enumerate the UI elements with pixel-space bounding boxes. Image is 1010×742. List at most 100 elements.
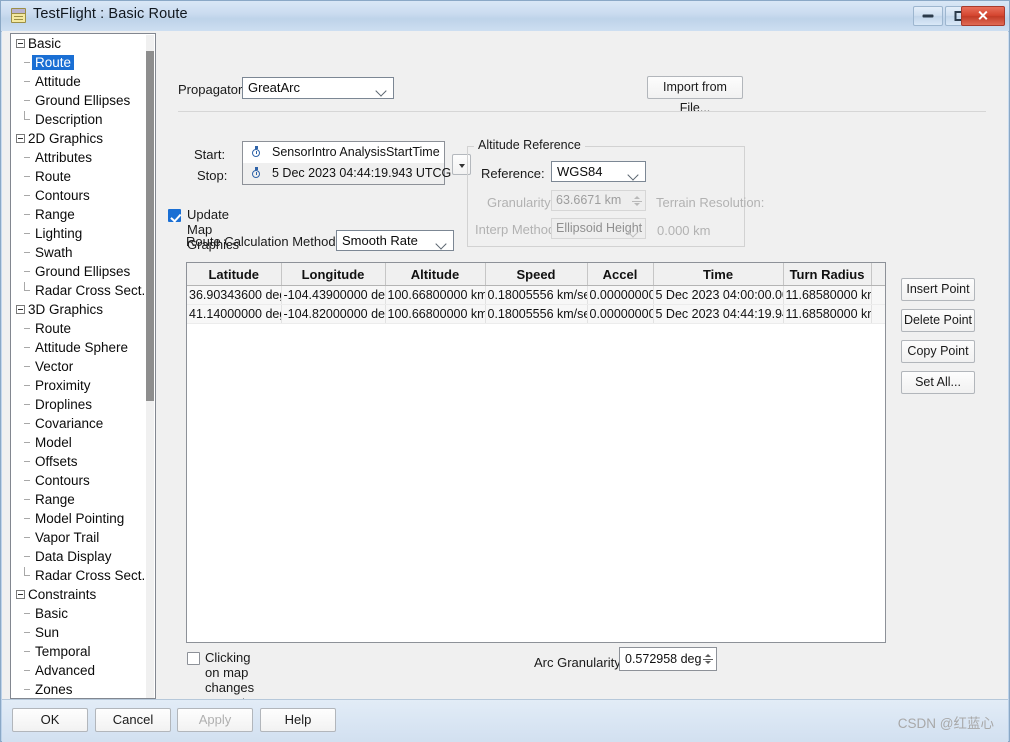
table-cell[interactable]: 36.90343600 deg [187, 285, 282, 305]
table-cell[interactable]: 100.66800000 km [385, 304, 486, 324]
cancel-button[interactable]: Cancel [95, 708, 171, 732]
collapse-expander-icon[interactable] [16, 305, 25, 314]
stop-time-field[interactable]: 5 Dec 2023 04:44:19.943 UTCG [243, 163, 451, 184]
table-column-header[interactable]: Latitude [187, 263, 282, 286]
sidebar-item-proximity[interactable]: Proximity [11, 376, 155, 395]
table-cell[interactable]: 0.00000000 [587, 285, 654, 305]
table-row[interactable]: 36.90343600 deg -104.43900000 deg 100.6680… [187, 285, 885, 305]
sidebar-item-range[interactable]: Range [11, 490, 155, 509]
sidebar-item-radar-cross-sect[interactable]: Radar Cross Sect... [11, 281, 155, 300]
collapse-expander-icon[interactable] [16, 134, 25, 143]
propagator-dropdown[interactable]: GreatArc [242, 77, 394, 99]
sidebar-item-label: Vapor Trail [35, 530, 99, 545]
table-cell[interactable]: 0.18005556 km/sec [485, 285, 588, 305]
sidebar-item-ground-ellipses[interactable]: Ground Ellipses [11, 91, 155, 110]
table-column-header[interactable] [871, 263, 885, 286]
sidebar-item-data-display[interactable]: Data Display [11, 547, 155, 566]
start-time-field[interactable]: SensorIntro AnalysisStartTime [243, 142, 444, 163]
route-points-table-panel[interactable]: Latitude Longitude Altitude Speed Accel Time T… [186, 262, 886, 643]
sidebar-item-swath[interactable]: Swath [11, 243, 155, 262]
table-column-header[interactable]: Longitude [281, 263, 386, 286]
sidebar-item-temporal[interactable]: Temporal [11, 642, 155, 661]
collapse-expander-icon[interactable] [16, 590, 25, 599]
tree-branch-icon [24, 347, 30, 348]
table-cell[interactable] [871, 304, 885, 324]
delete-point-button[interactable]: Delete Point [901, 309, 975, 332]
stop-label: Stop: [197, 168, 228, 183]
sidebar-item-attributes[interactable]: Attributes [11, 148, 155, 167]
sidebar-item-contours[interactable]: Contours [11, 186, 155, 205]
sidebar-item-route[interactable]: Route [11, 319, 155, 338]
sidebar-item-offsets[interactable]: Offsets [11, 452, 155, 471]
route-calculation-method-value: Smooth Rate [342, 233, 418, 248]
sidebar-item-label: Advanced [35, 663, 95, 678]
sidebar-item-basic[interactable]: Basic [11, 604, 155, 623]
start-time-value: SensorIntro AnalysisStartTime [272, 145, 440, 159]
import-from-file-button[interactable]: Import from File... [647, 76, 743, 115]
sidebar-item-radar-cross-sect[interactable]: Radar Cross Sect... [11, 566, 155, 585]
route-calculation-method-dropdown[interactable]: Smooth Rate [336, 230, 454, 251]
arc-granularity-field[interactable]: 0.572958 deg [619, 647, 717, 671]
sidebar-item-zones[interactable]: Zones [11, 680, 155, 698]
sidebar-item-droplines[interactable]: Droplines [11, 395, 155, 414]
sidebar-item-advanced[interactable]: Advanced [11, 661, 155, 680]
route-panel: Propagator: GreatArc Import from File...… [164, 33, 1006, 725]
tree-scrollbar[interactable] [146, 35, 154, 698]
sidebar-item-route[interactable]: Route [11, 53, 155, 72]
update-map-graphics-checkbox[interactable] [168, 209, 181, 222]
sidebar-item-vapor-trail[interactable]: Vapor Trail [11, 528, 155, 547]
sidebar-item-model[interactable]: Model [11, 433, 155, 452]
sidebar-item-constraints[interactable]: Constraints [11, 585, 155, 604]
dialog-window: TestFlight : Basic Route ✕ Basic Route Att… [0, 0, 1010, 742]
reference-dropdown[interactable]: WGS84 [551, 161, 646, 182]
sidebar-item-ground-ellipses[interactable]: Ground Ellipses [11, 262, 155, 281]
ok-button[interactable]: OK [12, 708, 88, 732]
table-column-header[interactable]: Speed [485, 263, 588, 286]
table-cell[interactable]: 11.68580000 km [783, 285, 872, 305]
sidebar-item-model-pointing[interactable]: Model Pointing [11, 509, 155, 528]
table-cell[interactable]: 100.66800000 km [385, 285, 486, 305]
sidebar-item-vector[interactable]: Vector [11, 357, 155, 376]
table-cell[interactable]: 41.14000000 deg [187, 304, 282, 324]
collapse-expander-icon[interactable] [16, 39, 25, 48]
help-button[interactable]: Help [260, 708, 336, 732]
sidebar-item-label: Vector [35, 359, 73, 374]
table-cell[interactable]: -104.43900000 deg [281, 285, 386, 305]
sidebar-item-sun[interactable]: Sun [11, 623, 155, 642]
close-button[interactable]: ✕ [961, 6, 1005, 26]
copy-point-button[interactable]: Copy Point [901, 340, 975, 363]
table-cell[interactable]: 11.68580000 km [783, 304, 872, 324]
table-cell[interactable]: 5 Dec 2023 04:44:19.943 [653, 304, 784, 324]
navigation-tree[interactable]: Basic Route Attitude Ground Ellipses Descrip… [10, 33, 156, 699]
sidebar-item-description[interactable]: Description [11, 110, 155, 129]
insert-point-button[interactable]: Insert Point [901, 278, 975, 301]
table-row[interactable]: 41.14000000 deg -104.82000000 deg 100.6680… [187, 304, 885, 324]
minimize-button[interactable] [913, 6, 943, 26]
sidebar-item-basic[interactable]: Basic [11, 34, 155, 53]
table-column-header[interactable]: Accel [587, 263, 654, 286]
sidebar-item-covariance[interactable]: Covariance [11, 414, 155, 433]
sidebar-item-3d-graphics[interactable]: 3D Graphics [11, 300, 155, 319]
sidebar-item-label: Droplines [35, 397, 92, 412]
sidebar-item-contours[interactable]: Contours [11, 471, 155, 490]
clicking-on-map-checkbox[interactable] [187, 652, 200, 665]
table-cell[interactable]: 0.00000000 [587, 304, 654, 324]
table-column-header[interactable]: Turn Radius [783, 263, 872, 286]
table-column-header[interactable]: Altitude [385, 263, 486, 286]
table-cell[interactable]: 0.18005556 km/sec [485, 304, 588, 324]
spinner-icon[interactable] [703, 653, 713, 666]
sidebar-item-text: Attitude [35, 74, 81, 89]
table-cell[interactable]: -104.82000000 deg [281, 304, 386, 324]
sidebar-item-range[interactable]: Range [11, 205, 155, 224]
sidebar-item-lighting[interactable]: Lighting [11, 224, 155, 243]
sidebar-item-route[interactable]: Route [11, 167, 155, 186]
sidebar-item-attitude-sphere[interactable]: Attitude Sphere [11, 338, 155, 357]
table-cell[interactable]: 5 Dec 2023 04:00:00.000 [653, 285, 784, 305]
table-cell[interactable] [871, 285, 885, 305]
tree-scrollbar-thumb[interactable] [146, 51, 154, 401]
sidebar-item-2d-graphics[interactable]: 2D Graphics [11, 129, 155, 148]
table-column-header[interactable]: Time [653, 263, 784, 286]
tree-branch-icon [24, 613, 30, 614]
sidebar-item-attitude[interactable]: Attitude [11, 72, 155, 91]
set-all-button[interactable]: Set All... [901, 371, 975, 394]
